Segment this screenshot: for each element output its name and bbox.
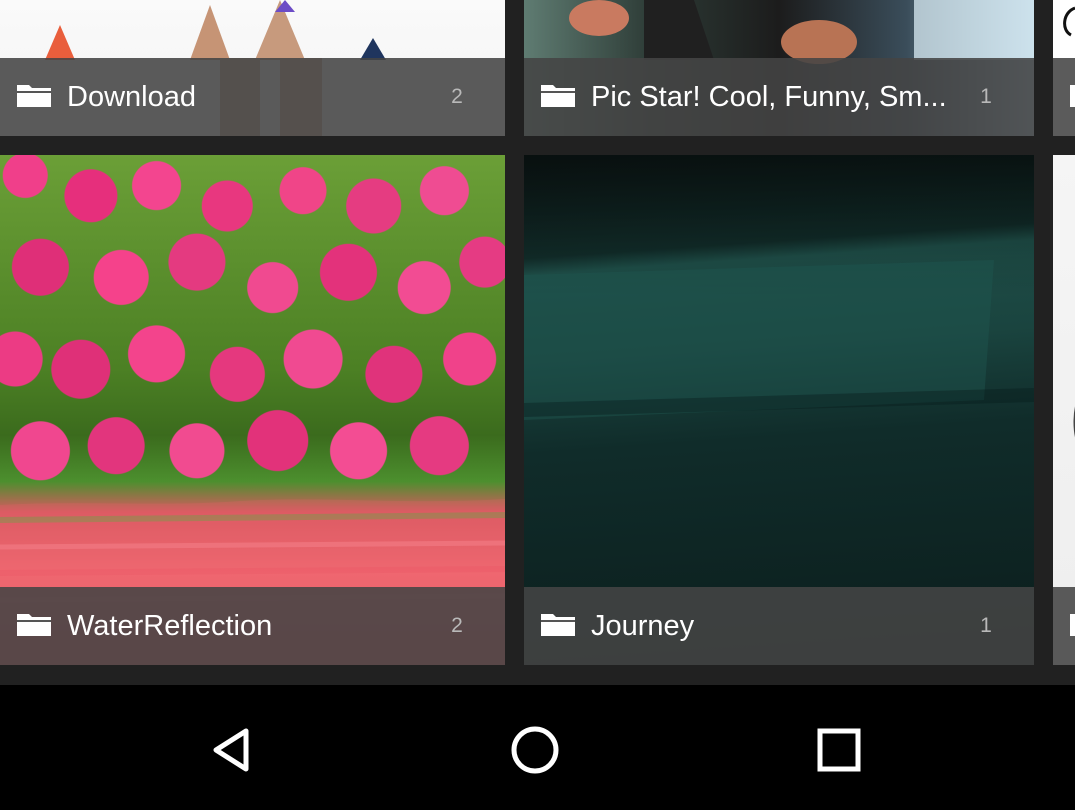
album-count: 1	[980, 85, 992, 108]
home-circle-icon	[511, 726, 559, 774]
navigation-bar	[0, 685, 1075, 810]
album-tile-partial-bottom[interactable]	[1053, 155, 1075, 665]
album-count: 1	[980, 614, 992, 637]
folder-icon	[524, 82, 576, 113]
folder-icon	[0, 82, 52, 113]
folder-icon	[1053, 82, 1075, 113]
album-name: Journey	[591, 609, 695, 642]
album-tile-pic-star[interactable]: Pic Star! Cool, Funny, Sm... 1	[524, 0, 1034, 136]
album-name: Download	[67, 80, 196, 113]
album-count: 2	[451, 614, 463, 637]
album-name: Pic Star! Cool, Funny, Sm...	[591, 80, 947, 113]
album-name: WaterReflection	[67, 609, 273, 642]
album-count: 2	[451, 85, 463, 108]
album-label-bar: Download 2	[0, 58, 505, 136]
album-tile-download[interactable]: Download 2	[0, 0, 505, 136]
back-button[interactable]	[197, 715, 267, 785]
home-button[interactable]	[500, 715, 570, 785]
folder-icon	[524, 611, 576, 642]
album-label-bar	[1053, 587, 1075, 665]
album-label-bar	[1053, 58, 1075, 136]
album-label-bar: Pic Star! Cool, Funny, Sm... 1	[524, 58, 1034, 136]
recents-button[interactable]	[804, 715, 874, 785]
album-label-bar: WaterReflection 2	[0, 587, 505, 665]
album-tile-partial-top[interactable]	[1053, 0, 1075, 136]
folder-icon	[0, 611, 52, 642]
folder-icon	[1053, 611, 1075, 642]
album-label-bar: Journey 1	[524, 587, 1034, 665]
album-tile-journey[interactable]: Journey 1	[524, 155, 1034, 665]
album-grid: Download 2 Pic Star! Cool, Funny, Sm... …	[0, 0, 1075, 685]
back-triangle-icon	[213, 728, 249, 772]
recents-square-icon	[817, 728, 861, 772]
album-tile-waterreflection[interactable]: WaterReflection 2	[0, 155, 505, 665]
